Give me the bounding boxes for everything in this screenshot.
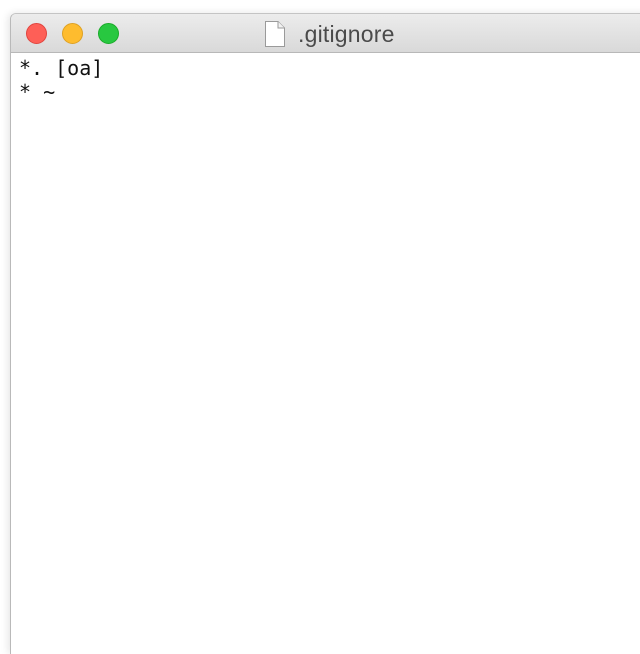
text-editor-window: .gitignore *. [oa] * ~ <box>10 13 640 654</box>
document-icon <box>265 21 285 47</box>
zoom-button[interactable] <box>98 23 119 44</box>
window-title-text: .gitignore <box>298 20 395 47</box>
window-title: .gitignore <box>264 19 395 49</box>
close-button[interactable] <box>26 23 47 44</box>
title-bar[interactable]: .gitignore <box>11 14 640 53</box>
text-editor-area[interactable]: *. [oa] * ~ <box>11 53 640 104</box>
minimize-button[interactable] <box>62 23 83 44</box>
editor-line[interactable]: *. [oa] <box>19 56 640 80</box>
editor-line[interactable]: * ~ <box>19 80 640 104</box>
